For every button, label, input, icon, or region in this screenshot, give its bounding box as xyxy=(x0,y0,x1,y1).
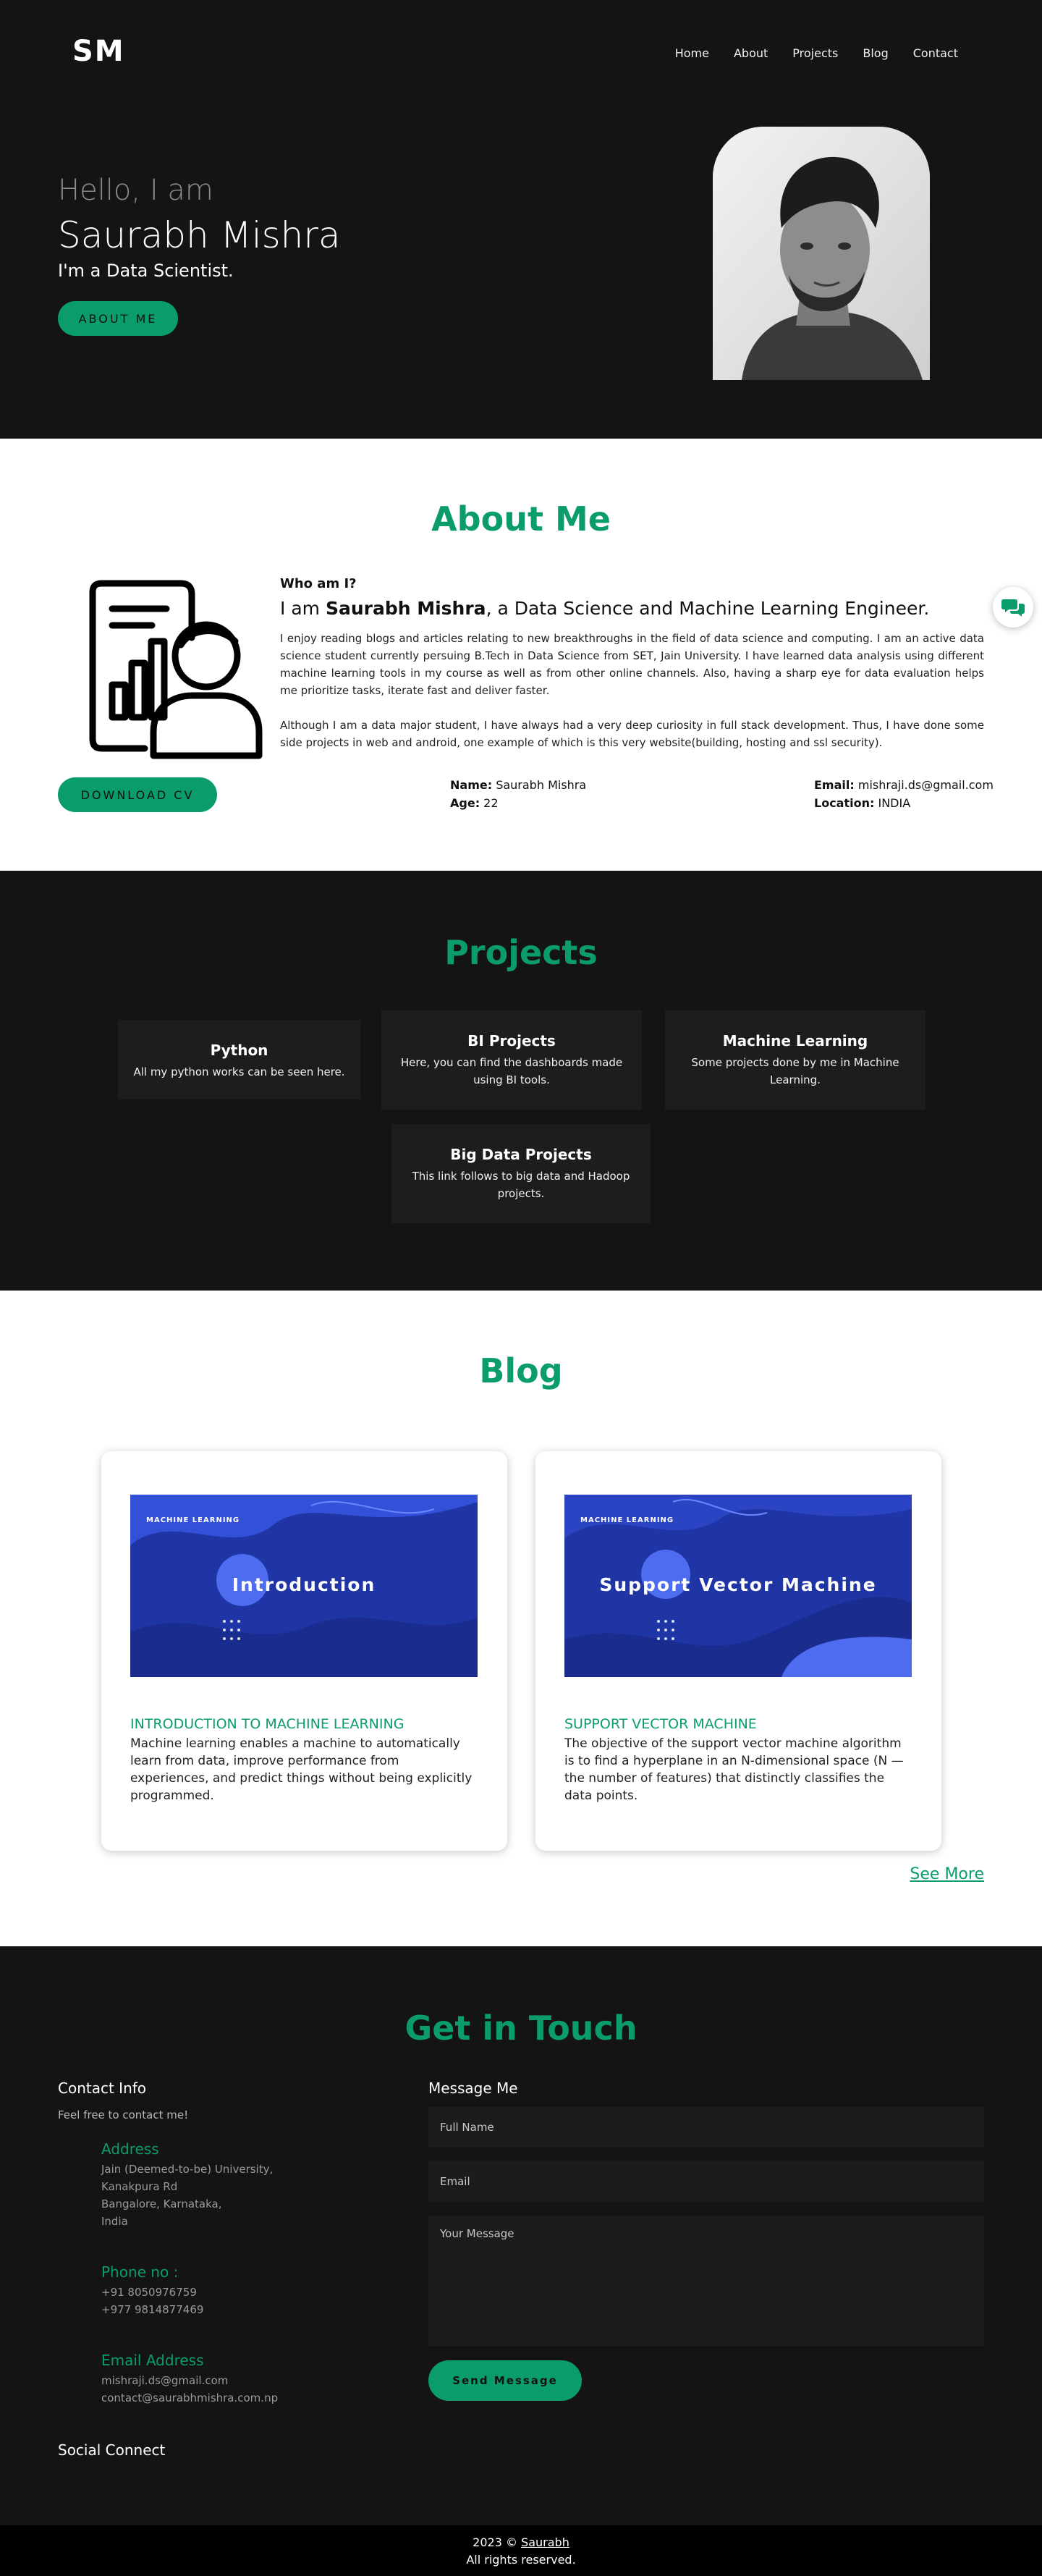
project-title: BI Projects xyxy=(467,1032,556,1050)
phone-line[interactable]: +977 9814877469 xyxy=(101,2301,203,2318)
intro-prefix: I am xyxy=(280,598,326,619)
nav-home[interactable]: Home xyxy=(675,46,709,60)
email-heading: Email Address xyxy=(101,2352,204,2369)
about-intro: I am Saurabh Mishra, a Data Science and … xyxy=(280,598,929,619)
send-message-button[interactable]: Send Message xyxy=(428,2360,582,2401)
copyright-prefix: 2023 © xyxy=(473,2535,522,2549)
download-cv-button[interactable]: DOWNLOAD CV xyxy=(58,777,217,812)
blog-cover-title: Introduction xyxy=(232,1574,376,1595)
blog-post-excerpt: Machine learning enables a machine to au… xyxy=(130,1736,473,1803)
main-nav: Home About Projects Blog Contact xyxy=(675,46,958,60)
phone-line[interactable]: +91 8050976759 xyxy=(101,2284,203,2301)
chat-icon[interactable] xyxy=(993,587,1033,628)
hero-greeting: Hello, I am xyxy=(58,174,213,207)
project-title: Machine Learning xyxy=(722,1032,868,1050)
analytics-person-icon xyxy=(72,569,268,764)
blog-cover-image: MACHINE LEARNING Support Vector Machine xyxy=(564,1495,912,1677)
about-paragraph-1: I enjoy reading blogs and articles relat… xyxy=(280,632,984,697)
blog-post-title[interactable]: SUPPORT VECTOR MACHINE xyxy=(564,1716,757,1732)
blog-post-excerpt: The objective of the support vector mach… xyxy=(564,1736,904,1803)
info-email: Email: mishraji.ds@gmail.com xyxy=(814,776,994,794)
site-logo[interactable]: SM xyxy=(72,35,125,68)
project-desc: This link follows to big data and Hadoop… xyxy=(412,1170,630,1200)
projects-section: Projects Python All my python works can … xyxy=(0,871,1042,1291)
project-card-python[interactable]: Python All my python works can be seen h… xyxy=(118,1020,360,1099)
info-age-label: Age: xyxy=(450,796,480,810)
info-name: Name: Saurabh Mishra xyxy=(450,776,586,794)
about-title: About Me xyxy=(431,499,611,539)
phone-block: +91 8050976759 +977 9814877469 xyxy=(101,2284,203,2318)
contact-info-title: Contact Info xyxy=(58,2079,147,2097)
info-location-value: INDIA xyxy=(874,796,911,810)
full-name-input[interactable] xyxy=(428,2107,984,2148)
personal-info-left: Name: Saurabh Mishra Age: 22 xyxy=(450,776,586,812)
author-link[interactable]: Saurabh xyxy=(521,2535,569,2549)
nav-about[interactable]: About xyxy=(734,46,768,60)
nav-projects[interactable]: Projects xyxy=(792,46,838,60)
info-name-label: Name: xyxy=(450,778,493,792)
project-card-bigdata[interactable]: Big Data Projects This link follows to b… xyxy=(391,1124,651,1223)
nav-contact[interactable]: Contact xyxy=(913,46,958,60)
address-heading: Address xyxy=(101,2140,159,2158)
about-section: About Me Who am I? I am Saurabh Mishra, … xyxy=(0,439,1042,871)
project-card-ml[interactable]: Machine Learning Some projects done by m… xyxy=(665,1010,925,1110)
message-me-title: Message Me xyxy=(428,2079,518,2097)
info-location-label: Location: xyxy=(814,796,875,810)
address-line: India xyxy=(101,2215,128,2228)
email-line[interactable]: contact@saurabhmishra.com.np xyxy=(101,2389,278,2407)
address-line: Jain (Deemed-to-be) University, xyxy=(101,2163,274,2176)
address-block: Jain (Deemed-to-be) University, Kanakpur… xyxy=(101,2161,273,2230)
info-location: Location: INDIA xyxy=(814,794,994,812)
phone-heading: Phone no : xyxy=(101,2263,179,2281)
intro-suffix: , a Data Science and Machine Learning En… xyxy=(486,598,930,619)
personal-info-right: Email: mishraji.ds@gmail.com Location: I… xyxy=(814,776,994,812)
blog-cover-tag: MACHINE LEARNING xyxy=(580,1516,674,1524)
blog-card-svm[interactable]: MACHINE LEARNING Support Vector Machine … xyxy=(535,1451,941,1851)
blog-cover-image: MACHINE LEARNING Introduction xyxy=(130,1495,478,1677)
blog-section: Blog MACHINE LEARNING Introduction INTRO… xyxy=(0,1291,1042,1946)
hero-name: Saurabh Mishra xyxy=(58,214,341,256)
address-line: Kanakpura Rd xyxy=(101,2180,178,2193)
see-more-link[interactable]: See More xyxy=(910,1865,984,1883)
email-input[interactable] xyxy=(428,2161,984,2202)
message-textarea[interactable] xyxy=(428,2216,984,2346)
projects-title: Projects xyxy=(444,933,598,972)
project-title: Big Data Projects xyxy=(450,1146,592,1163)
project-card-bi[interactable]: BI Projects Here, you can find the dashb… xyxy=(381,1010,642,1110)
blog-card-intro-ml[interactable]: MACHINE LEARNING Introduction INTRODUCTI… xyxy=(101,1451,507,1851)
contact-section: Get in Touch Contact Info Feel free to c… xyxy=(0,1946,1042,2525)
contact-title: Get in Touch xyxy=(404,2009,638,2048)
info-age-value: 22 xyxy=(480,796,499,810)
who-am-i-heading: Who am I? xyxy=(280,576,357,591)
profile-photo-graphic xyxy=(713,127,930,380)
hero-role: I'm a Data Scientist. xyxy=(58,261,234,281)
blog-title: Blog xyxy=(479,1351,563,1390)
info-email-value: mishraji.ds@gmail.com xyxy=(854,778,994,792)
blog-post-title[interactable]: INTRODUCTION TO MACHINE LEARNING xyxy=(130,1716,404,1732)
contact-info-subtitle: Feel free to contact me! xyxy=(58,2108,189,2121)
project-desc: All my python works can be seen here. xyxy=(133,1065,345,1078)
blog-cover-tag: MACHINE LEARNING xyxy=(146,1516,240,1524)
info-age: Age: 22 xyxy=(450,794,586,812)
project-title: Python xyxy=(210,1042,268,1059)
project-desc: Some projects done by me in Machine Lear… xyxy=(691,1056,899,1086)
about-paragraph-2: Although I am a data major student, I ha… xyxy=(280,719,984,749)
about-me-button[interactable]: ABOUT ME xyxy=(58,301,178,336)
site-footer: 2023 © Saurabh All rights reserved. xyxy=(0,2525,1042,2576)
rights-line: All rights reserved. xyxy=(466,2553,576,2567)
nav-blog[interactable]: Blog xyxy=(863,46,888,60)
info-email-label: Email: xyxy=(814,778,855,792)
project-desc: Here, you can find the dashboards made u… xyxy=(400,1056,623,1086)
intro-name: Saurabh Mishra xyxy=(325,598,486,619)
address-line: Bangalore, Karnataka, xyxy=(101,2197,222,2210)
copyright-line: 2023 © Saurabh xyxy=(0,2534,1042,2551)
email-line[interactable]: mishraji.ds@gmail.com xyxy=(101,2372,278,2389)
blog-cover-title: Support Vector Machine xyxy=(599,1574,877,1595)
hero-section: SM Home About Projects Blog Contact Hell… xyxy=(0,0,1042,439)
email-block: mishraji.ds@gmail.com contact@saurabhmis… xyxy=(101,2372,278,2407)
profile-photo xyxy=(713,127,930,380)
info-name-value: Saurabh Mishra xyxy=(492,778,587,792)
social-connect-heading: Social Connect xyxy=(58,2441,166,2459)
